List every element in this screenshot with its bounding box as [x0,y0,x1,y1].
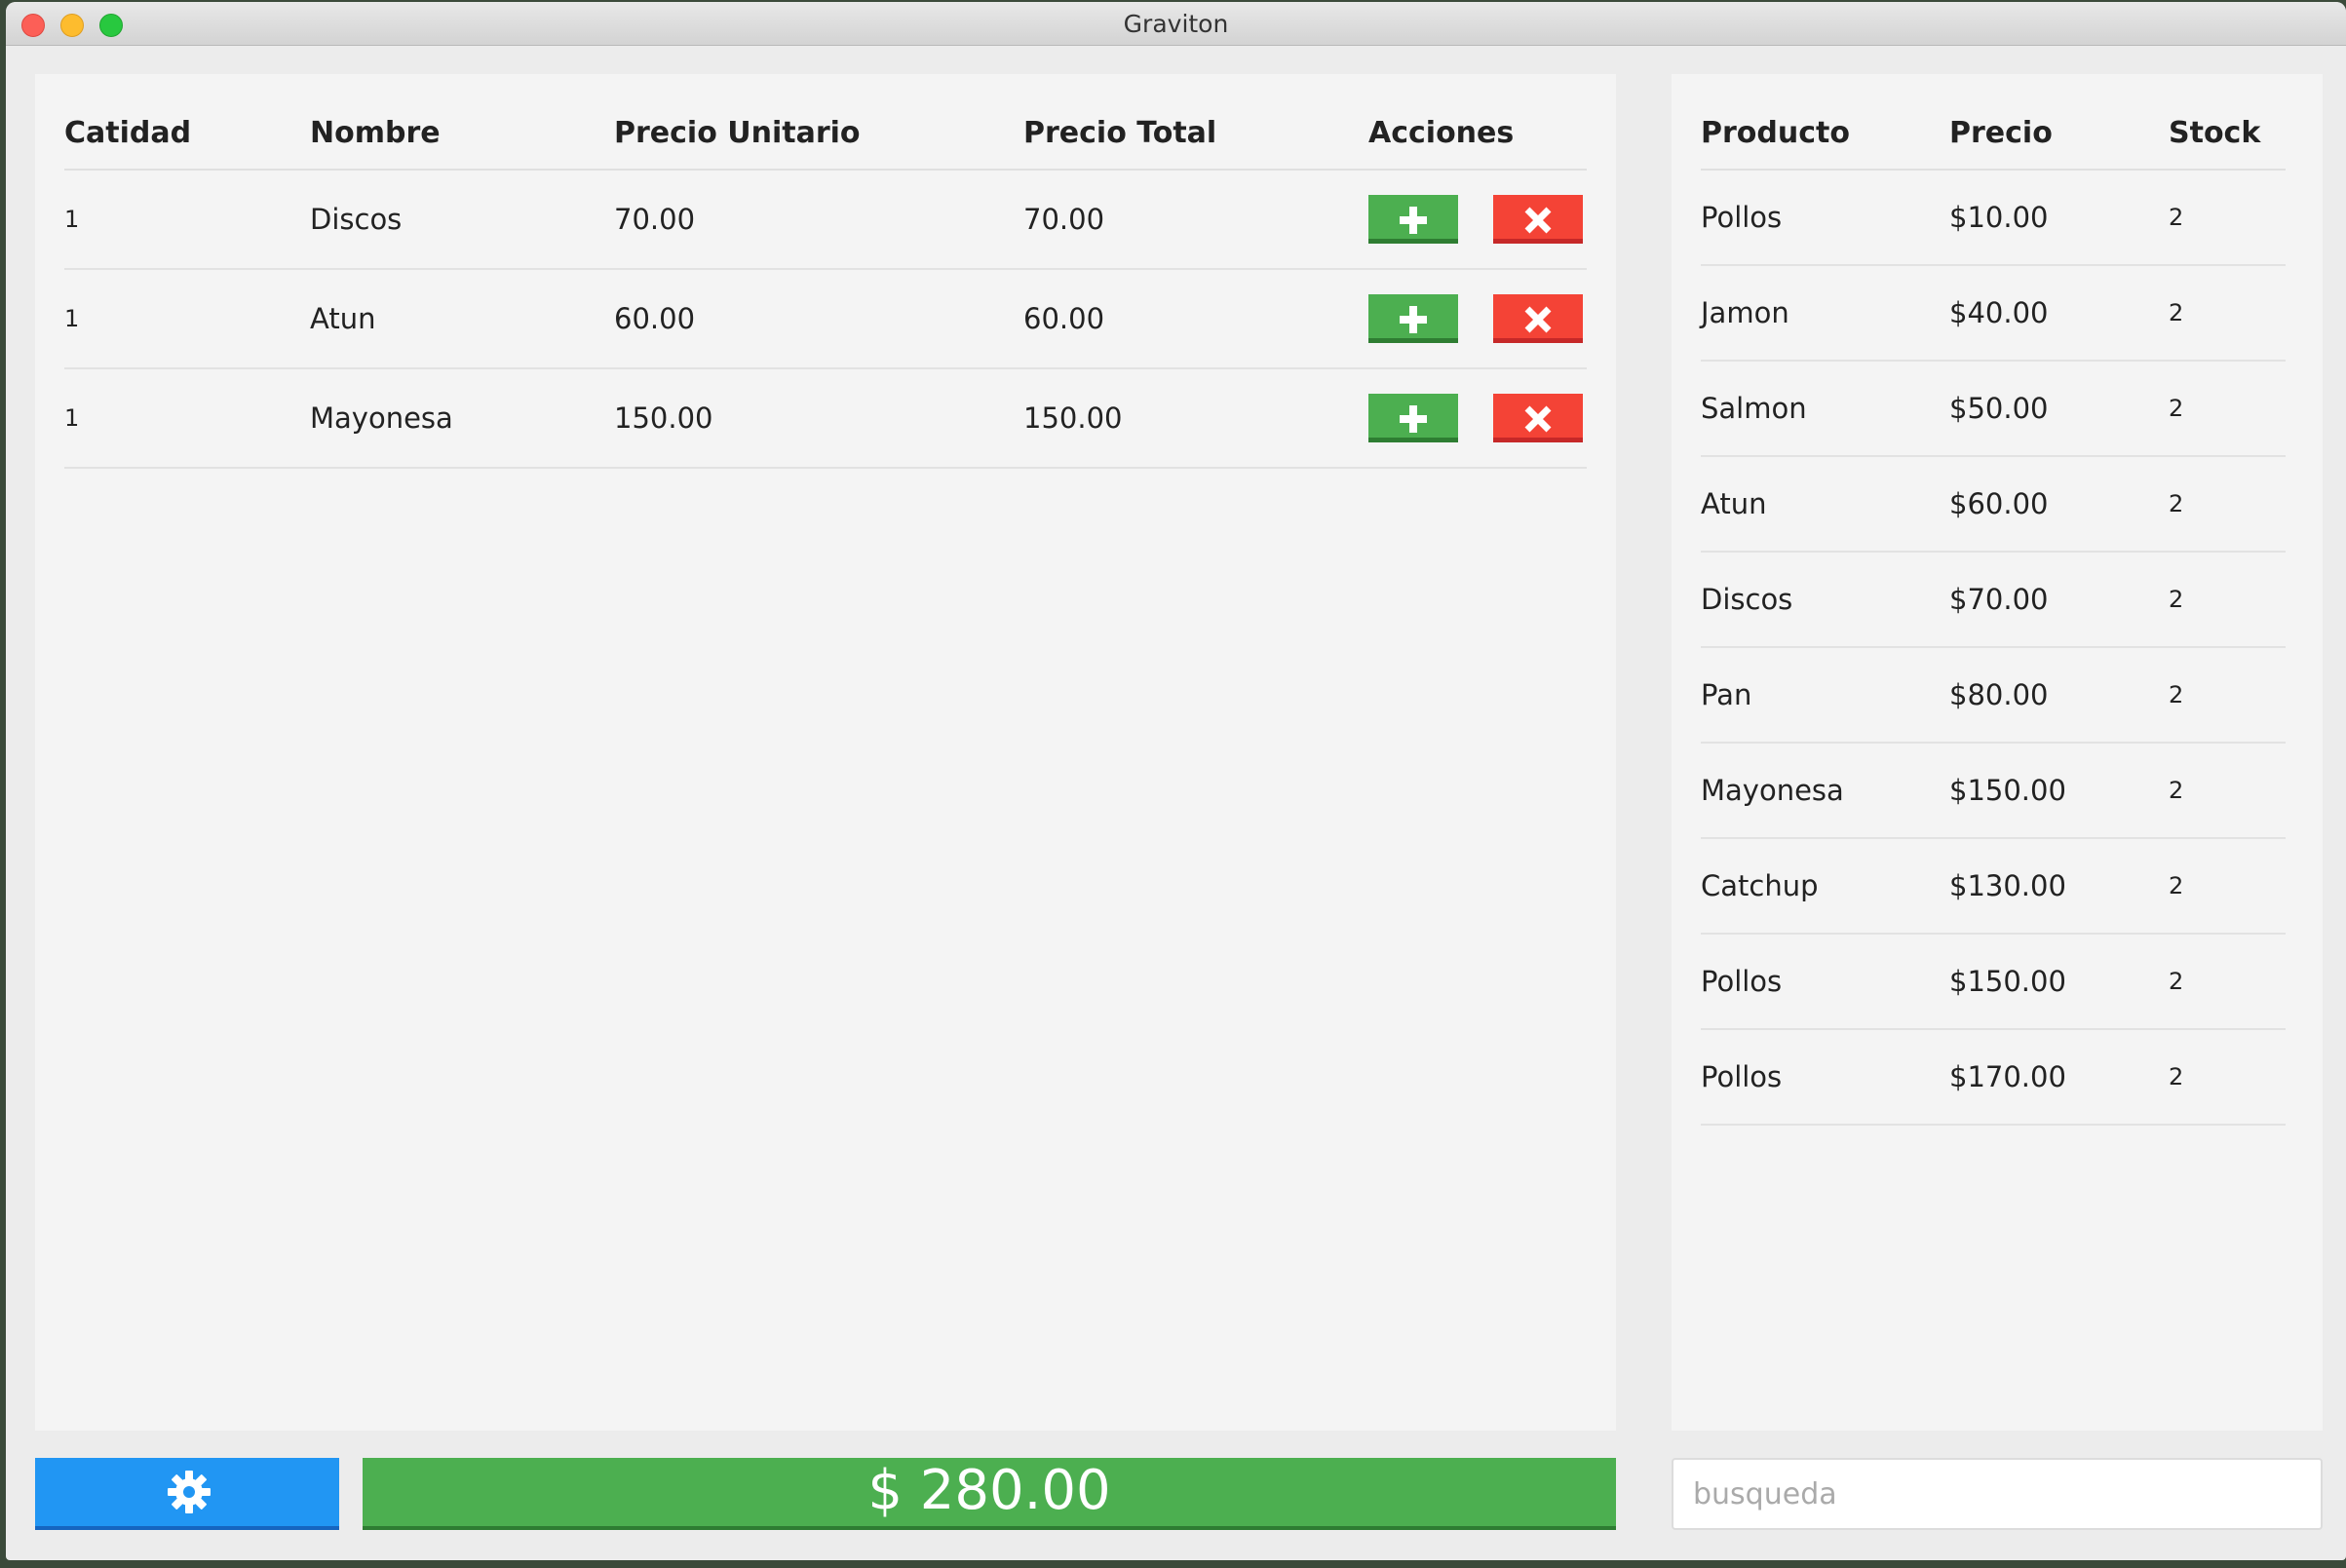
catalog-stock: 2 [2169,456,2286,553]
catalog-row[interactable]: Atun $60.00 2 [1701,456,2286,553]
catalog-product: Catchup [1701,838,1949,935]
cart-table: Catidad Nombre Precio Unitario Precio To… [64,97,1587,469]
catalog-row[interactable]: Catchup $130.00 2 [1701,838,2286,935]
remove-item-button[interactable] [1493,294,1583,343]
catalog-row[interactable]: Pollos $170.00 2 [1701,1029,2286,1126]
catalog-price: $170.00 [1949,1029,2169,1126]
add-item-button[interactable] [1368,394,1458,442]
catalog-product: Jamon [1701,265,1949,362]
column-header-qty: Catidad [64,97,310,171]
catalog-product: Mayonesa [1701,743,1949,839]
catalog-stock: 2 [2169,170,2286,266]
cart-row: 1 Atun 60.00 60.00 [64,269,1587,369]
catalog-row[interactable]: Jamon $40.00 2 [1701,265,2286,362]
search-input[interactable] [1672,1458,2323,1530]
total-amount: $ 280.00 [363,1458,1616,1530]
cart-header-row: Catidad Nombre Precio Unitario Precio To… [64,97,1587,171]
add-item-button[interactable] [1368,294,1458,343]
catalog-stock: 2 [2169,361,2286,457]
cart-total-price: 60.00 [1023,269,1368,369]
column-header-actions: Acciones [1368,97,1587,171]
catalog-row[interactable]: Salmon $50.00 2 [1701,361,2286,457]
plus-icon [1400,306,1427,333]
column-header-price: Precio [1949,97,2169,171]
close-icon [1524,207,1552,234]
cart-actions [1368,368,1587,469]
catalog-stock: 2 [2169,1029,2286,1126]
gear-icon [168,1471,211,1513]
catalog-stock: 2 [2169,743,2286,839]
cart-unit-price: 60.00 [614,269,1023,369]
window-title: Graviton [1123,10,1229,38]
catalog-product: Pollos [1701,1029,1949,1126]
catalog-table: Producto Precio Stock Pollos $10.00 2 Ja… [1701,97,2286,1126]
catalog-row[interactable]: Pollos $150.00 2 [1701,934,2286,1030]
cart-name: Discos [310,170,614,270]
cart-unit-price: 70.00 [614,170,1023,270]
cart-actions [1368,170,1587,270]
catalog-price: $130.00 [1949,838,2169,935]
cart-name: Atun [310,269,614,369]
catalog-row[interactable]: Mayonesa $150.00 2 [1701,743,2286,839]
catalog-row[interactable]: Pan $80.00 2 [1701,647,2286,744]
close-icon [1524,306,1552,333]
column-header-product: Producto [1701,97,1949,171]
catalog-stock: 2 [2169,838,2286,935]
cart-unit-price: 150.00 [614,368,1023,469]
column-header-total-price: Precio Total [1023,97,1368,171]
catalog-stock: 2 [2169,552,2286,648]
catalog-header-row: Producto Precio Stock [1701,97,2286,171]
catalog-product: Pollos [1701,934,1949,1030]
plus-icon [1400,405,1427,433]
catalog-price: $10.00 [1949,170,2169,266]
catalog-price: $40.00 [1949,265,2169,362]
catalog-stock: 2 [2169,647,2286,744]
catalog-price: $70.00 [1949,552,2169,648]
catalog-product: Salmon [1701,361,1949,457]
settings-button[interactable] [35,1458,339,1530]
cart-row: 1 Discos 70.00 70.00 [64,170,1587,270]
cart-actions [1368,269,1587,369]
column-header-name: Nombre [310,97,614,171]
catalog-stock: 2 [2169,934,2286,1030]
catalog-price: $150.00 [1949,934,2169,1030]
cart-qty: 1 [64,368,310,469]
remove-item-button[interactable] [1493,394,1583,442]
catalog-price: $60.00 [1949,456,2169,553]
close-icon [1524,405,1552,433]
catalog-product: Discos [1701,552,1949,648]
catalog-price: $50.00 [1949,361,2169,457]
add-item-button[interactable] [1368,195,1458,244]
remove-item-button[interactable] [1493,195,1583,244]
catalog-stock: 2 [2169,265,2286,362]
catalog-product: Pollos [1701,170,1949,266]
cart-qty: 1 [64,170,310,270]
app-window: Graviton Catidad Nombre Precio Unitario … [6,2,2346,1560]
column-header-stock: Stock [2169,97,2286,171]
cart-qty: 1 [64,269,310,369]
catalog-price: $80.00 [1949,647,2169,744]
catalog-price: $150.00 [1949,743,2169,839]
cart-name: Mayonesa [310,368,614,469]
cart-panel: Catidad Nombre Precio Unitario Precio To… [35,74,1616,1431]
catalog-row[interactable]: Pollos $10.00 2 [1701,170,2286,266]
plus-icon [1400,207,1427,234]
catalog-product: Atun [1701,456,1949,553]
catalog-panel: Producto Precio Stock Pollos $10.00 2 Ja… [1672,74,2323,1431]
catalog-product: Pan [1701,647,1949,744]
cart-row: 1 Mayonesa 150.00 150.00 [64,368,1587,469]
column-header-unit-price: Precio Unitario [614,97,1023,171]
catalog-row[interactable]: Discos $70.00 2 [1701,552,2286,648]
title-bar: Graviton [6,2,2346,46]
cart-total-price: 150.00 [1023,368,1368,469]
cart-total-price: 70.00 [1023,170,1368,270]
